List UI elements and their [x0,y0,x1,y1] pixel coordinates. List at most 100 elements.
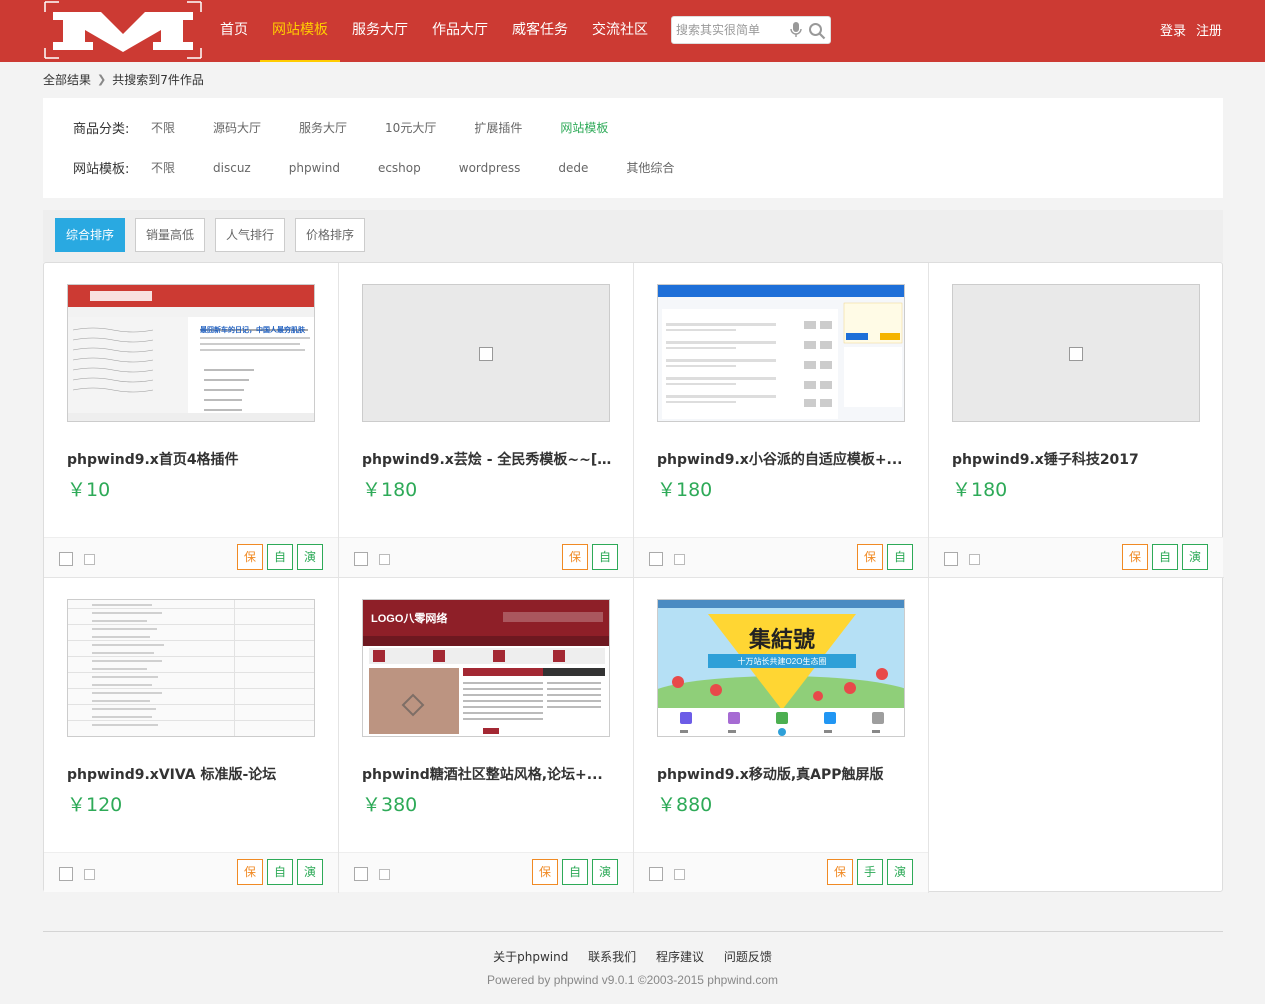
seller-avatar[interactable] [944,552,958,566]
template-option[interactable]: 不限 [151,159,175,176]
category-option[interactable]: 不限 [151,119,175,136]
template-option[interactable]: wordpress [459,161,521,175]
breadcrumb-root[interactable]: 全部结果 [43,71,91,88]
product-card[interactable]: phpwind9.x小谷派的自适应模板+... ￥180 保 自 [634,263,929,578]
product-card[interactable]: LOGO八零网络 phpwind糖酒社区整站风格,论坛+... ￥380 保 自… [339,578,634,893]
nav-templates[interactable]: 网站模板 [260,0,340,62]
copyright: Powered by phpwind v9.0.1 ©2003-2015 php… [486,973,779,987]
top-header: 首页 网站模板 服务大厅 作品大厅 威客任务 交流社区 登录 注册 [0,0,1265,62]
site-logo[interactable] [43,0,203,60]
product-title[interactable]: phpwind糖酒社区整站风格,论坛+... [362,764,612,784]
register-link[interactable]: 注册 [1196,20,1222,39]
card-footer: 保 手 演 [634,852,928,892]
thumbnail-image [658,285,904,421]
product-thumbnail[interactable] [67,599,315,737]
compare-checkbox[interactable] [379,554,390,565]
demo-badge[interactable]: 演 [592,859,618,885]
card-footer: 保 自 演 [44,537,338,577]
product-price: ￥10 [67,479,111,501]
product-card[interactable]: phpwind9.x芸烩 - 全民秀模板~~[... ￥180 保 自 [339,263,634,578]
demo-badge[interactable]: 演 [1182,544,1208,570]
seller-avatar[interactable] [59,867,73,881]
product-title[interactable]: phpwind9.xVIVA 标准版-论坛 [67,764,317,784]
login-link[interactable]: 登录 [1160,20,1186,39]
broken-image-icon [1069,347,1083,361]
template-option[interactable]: phpwind [289,161,340,175]
guarantee-badge: 保 [532,859,558,885]
product-card[interactable]: 集結號 十万站长共建O2O生态圈 phpwind9.x移动版,真APP触屏版 ￥… [634,578,929,893]
product-card[interactable]: 最囧新车的日记，中国人最穷肌肤 phpwind9.x首页4格插件 ￥10 保 自… [44,263,339,578]
seller-avatar[interactable] [59,552,73,566]
product-card[interactable]: phpwind9.x锤子科技2017 ￥180 保 自 演 [929,263,1224,578]
service-badges: 保 自 演 [1122,544,1208,570]
compare-checkbox[interactable] [379,869,390,880]
seller-avatar[interactable] [649,552,663,566]
product-thumbnail[interactable] [657,284,905,422]
product-title[interactable]: phpwind9.x芸烩 - 全民秀模板~~[... [362,449,612,469]
category-option[interactable]: 源码大厅 [213,119,261,136]
nav-works[interactable]: 作品大厅 [420,0,500,62]
thumbnail-logo: LOGO八零网络 [371,613,448,625]
thumbnail-ribbon: 十万站长共建O2O生态圈 [737,657,827,666]
category-option[interactable]: 10元大厅 [385,119,436,136]
thumbnail-heading: 集結號 [748,627,815,653]
compare-checkbox[interactable] [674,554,685,565]
category-option-selected[interactable]: 网站模板 [560,119,608,136]
footer-link-contact[interactable]: 联系我们 [588,950,636,964]
auth-links: 登录 注册 [1160,20,1222,39]
product-title[interactable]: phpwind9.x首页4格插件 [67,449,317,469]
compare-checkbox[interactable] [84,869,95,880]
service-badges: 保 自 演 [237,859,323,885]
product-thumbnail[interactable] [952,284,1200,422]
product-title[interactable]: phpwind9.x锤子科技2017 [952,449,1202,469]
sort-price-button[interactable]: 价格排序 [295,218,366,252]
category-option[interactable]: 服务大厅 [299,119,347,136]
footer-link-about[interactable]: 关于phpwind [493,950,568,964]
guarantee-badge: 保 [237,544,263,570]
demo-badge[interactable]: 演 [297,544,323,570]
seller-avatar[interactable] [649,867,663,881]
footer-link-suggestions[interactable]: 程序建议 [656,950,704,964]
sort-default-button[interactable]: 综合排序 [55,218,126,252]
product-thumbnail[interactable]: LOGO八零网络 [362,599,610,737]
template-option[interactable]: 其他综合 [626,159,674,176]
seller-avatar[interactable] [354,552,368,566]
product-thumbnail[interactable]: 最囧新车的日记，中国人最穷肌肤 [67,284,315,422]
search-icon[interactable] [808,22,826,40]
product-title[interactable]: phpwind9.x移动版,真APP触屏版 [657,764,907,784]
result-count: 共搜索到7件作品 [112,73,204,87]
template-option[interactable]: dede [558,161,588,175]
product-price: ￥180 [362,479,418,501]
compare-checkbox[interactable] [674,869,685,880]
product-title[interactable]: phpwind9.x小谷派的自适应模板+... [657,449,907,469]
product-thumbnail[interactable]: 集結號 十万站长共建O2O生态圈 [657,599,905,737]
card-footer: 保 自 演 [929,537,1223,577]
footer-divider [43,931,1223,932]
thumbnail-headline: 最囧新车的日记，中国人最穷肌肤 [200,327,305,334]
product-card[interactable]: phpwind9.xVIVA 标准版-论坛 ￥120 保 自 演 [44,578,339,893]
nav-community[interactable]: 交流社区 [580,0,660,62]
nav-tasks[interactable]: 威客任务 [500,0,580,62]
demo-badge[interactable]: 演 [887,859,913,885]
demo-badge[interactable]: 演 [297,859,323,885]
template-option[interactable]: ecshop [378,161,421,175]
sort-sales-button[interactable]: 销量高低 [135,218,206,252]
card-footer: 保 自 [634,537,928,577]
sort-popularity-button[interactable]: 人气排行 [215,218,286,252]
product-price: ￥380 [362,794,418,816]
compare-checkbox[interactable] [969,554,980,565]
nav-services[interactable]: 服务大厅 [340,0,420,62]
microphone-icon[interactable] [789,22,803,38]
template-filter: 网站模板: 不限 discuz phpwind ecshop wordpress… [73,158,712,178]
compare-checkbox[interactable] [84,554,95,565]
thumbnail-image [68,285,314,421]
seller-avatar[interactable] [354,867,368,881]
category-option[interactable]: 扩展插件 [474,119,522,136]
filter-panel: 商品分类: 不限 源码大厅 服务大厅 10元大厅 扩展插件 网站模板 网站模板:… [43,98,1223,198]
footer-link-feedback[interactable]: 问题反馈 [724,950,772,964]
template-option[interactable]: discuz [213,161,251,175]
search-input[interactable] [676,21,786,39]
guarantee-badge: 保 [237,859,263,885]
nav-home[interactable]: 首页 [208,0,260,62]
product-thumbnail[interactable] [362,284,610,422]
